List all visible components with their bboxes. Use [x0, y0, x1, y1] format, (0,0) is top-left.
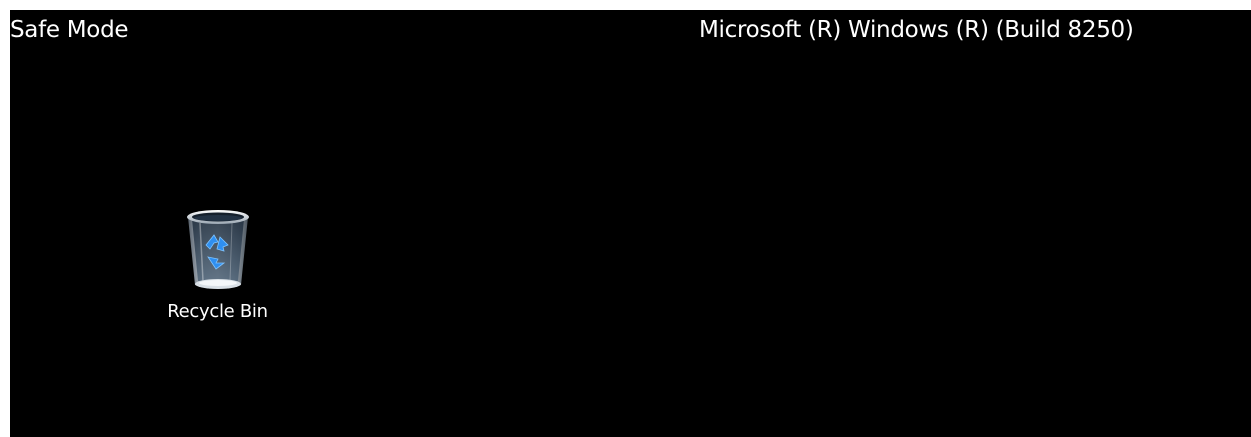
- safe-mode-label: Safe Mode: [10, 17, 129, 43]
- desktop-icon-recycle-bin[interactable]: Recycle Bin: [150, 205, 285, 335]
- desktop[interactable]: Safe Mode Microsoft (R) Windows (R) (Bui…: [10, 10, 1251, 437]
- desktop-icon-label: Recycle Bin: [167, 301, 268, 322]
- windows-build-label: Microsoft (R) Windows (R) (Build 8250): [699, 17, 1134, 43]
- recycle-bin-icon: [186, 210, 249, 289]
